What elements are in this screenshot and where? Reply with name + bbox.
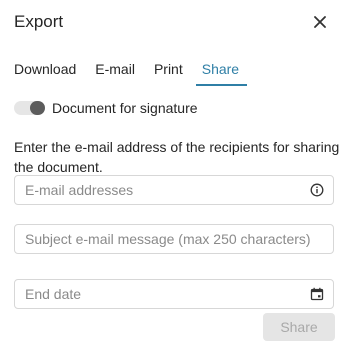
dialog-title: Export (14, 12, 64, 31)
end-date-input[interactable] (15, 286, 333, 302)
export-tabs: Download E-mail Print Share (14, 61, 258, 86)
subject-input[interactable] (15, 231, 333, 247)
tab-print[interactable]: Print (154, 61, 183, 83)
subject-field (14, 224, 334, 254)
signature-toggle-row: Document for signature (14, 100, 198, 116)
close-button[interactable] (309, 11, 331, 33)
tab-download[interactable]: Download (14, 61, 76, 83)
tab-email[interactable]: E-mail (95, 61, 135, 83)
email-addresses-input[interactable] (15, 182, 333, 198)
email-addresses-field (14, 175, 334, 205)
info-icon[interactable] (309, 182, 325, 198)
share-description: Enter the e-mail address of the recipien… (14, 139, 340, 175)
tab-share[interactable]: Share (195, 61, 248, 86)
signature-toggle-label: Document for signature (52, 100, 198, 116)
end-date-field (14, 279, 334, 309)
close-icon (314, 16, 326, 28)
signature-toggle[interactable] (14, 101, 45, 115)
toggle-knob (30, 101, 45, 115)
calendar-icon[interactable] (309, 286, 325, 302)
share-button[interactable]: Share (263, 313, 335, 341)
